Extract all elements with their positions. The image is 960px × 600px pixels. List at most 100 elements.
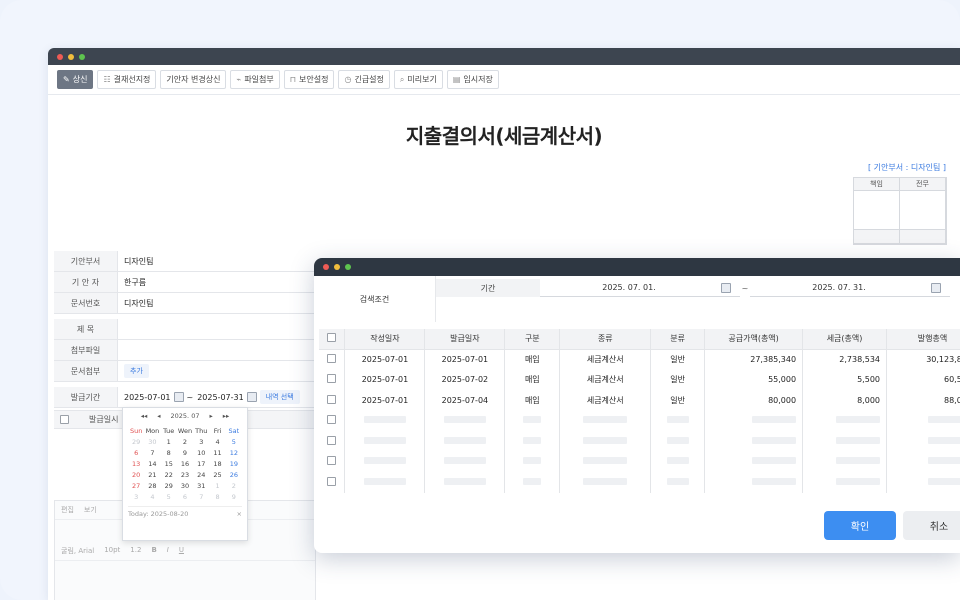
calendar-day[interactable]: 17 [193, 460, 209, 468]
close-icon[interactable]: × [237, 510, 242, 518]
col-total-amount[interactable]: 발행총액 [886, 329, 960, 350]
period-from[interactable]: 2025-07-01 [124, 393, 171, 402]
calendar-day[interactable]: 9 [226, 493, 242, 501]
close-dot[interactable] [57, 53, 63, 60]
sign-cell-2[interactable] [900, 191, 946, 230]
row-checkbox[interactable] [327, 476, 337, 486]
calendar-day[interactable]: 2 [177, 438, 193, 446]
calendar-day[interactable]: 28 [144, 482, 160, 490]
font-select[interactable]: 굴림, Arial [61, 546, 94, 556]
calendar-day[interactable]: 31 [193, 482, 209, 490]
calendar-day[interactable]: 12 [226, 449, 242, 457]
select-all-checkbox[interactable] [60, 415, 69, 424]
calendar-day[interactable]: 9 [177, 449, 193, 457]
col-category[interactable]: 구분 [504, 329, 561, 350]
table-row[interactable] [319, 410, 960, 431]
col-written-date[interactable]: 작성일자 [344, 329, 426, 350]
calendar-day[interactable]: 29 [161, 482, 177, 490]
table-row[interactable]: 2025-07-01 2025-07-04 매입 세금계산서 일반 80,000 8,000… [319, 390, 960, 411]
font-size-select[interactable]: 10pt [104, 546, 120, 556]
preview-button[interactable]: ⌕ 미리보기 [393, 70, 443, 89]
table-row[interactable] [319, 451, 960, 472]
calendar-day[interactable]: 7 [144, 449, 160, 457]
tab-edit[interactable]: 편집 [61, 505, 74, 515]
approval-line-button[interactable]: ☷ 결재선지정 [97, 70, 157, 89]
attach-file-button[interactable]: ⌁ 파일첨부 [230, 70, 280, 89]
attachment-field[interactable] [118, 340, 324, 360]
maximize-dot[interactable] [345, 264, 351, 270]
sign-cell-1[interactable] [854, 191, 900, 230]
table-row[interactable]: 2025-07-01 2025-07-01 매입 세금계산서 일반 27,385,340 2… [319, 349, 960, 370]
col-tax-amount[interactable]: 세금(총액) [802, 329, 887, 350]
minimize-dot[interactable] [68, 53, 74, 60]
calendar-day[interactable]: 15 [161, 460, 177, 468]
row-checkbox[interactable] [327, 354, 337, 363]
calendar-icon[interactable] [721, 282, 731, 293]
table-row[interactable] [319, 472, 960, 493]
calendar-day[interactable]: 5 [226, 438, 242, 446]
prev-month-button[interactable]: ◂ [157, 412, 160, 420]
calendar-day[interactable]: 16 [177, 460, 193, 468]
date-from-input[interactable]: 2025. 07. 01. [540, 279, 740, 297]
bold-icon[interactable]: B [151, 546, 156, 556]
calendar-day[interactable]: 8 [209, 493, 225, 501]
confirm-button[interactable]: 확인 [824, 511, 896, 540]
calendar-day[interactable]: 20 [128, 471, 144, 479]
calendar-day[interactable]: 6 [177, 493, 193, 501]
calendar-day[interactable]: 3 [128, 493, 144, 501]
urgent-button[interactable]: ◷ 긴급설정 [338, 70, 390, 89]
row-checkbox[interactable] [327, 435, 337, 445]
today-label[interactable]: Today: 2025-08-20 [128, 510, 188, 518]
calendar-day[interactable]: 19 [226, 460, 242, 468]
row-checkbox[interactable] [327, 456, 337, 466]
calendar-day[interactable]: 8 [161, 449, 177, 457]
calendar-day[interactable]: 3 [193, 438, 209, 446]
calendar-day[interactable]: 14 [144, 460, 160, 468]
change-drafter-button[interactable]: 기안자 변경상신 [160, 70, 227, 89]
calendar-day[interactable]: 29 [128, 438, 144, 446]
calendar-day[interactable]: 4 [209, 438, 225, 446]
italic-icon[interactable]: I [167, 546, 169, 556]
calendar-day[interactable]: 6 [128, 449, 144, 457]
calendar-day[interactable]: 25 [209, 471, 225, 479]
col-supply-amount[interactable]: 공급가액(총액) [704, 329, 804, 350]
cancel-button[interactable]: 취소 [903, 511, 960, 540]
calendar-day[interactable]: 24 [193, 471, 209, 479]
calendar-day[interactable]: 23 [177, 471, 193, 479]
period-to[interactable]: 2025-07-31 [197, 393, 244, 402]
row-checkbox[interactable] [327, 394, 337, 404]
calendar-day[interactable]: 22 [161, 471, 177, 479]
subject-input[interactable] [118, 319, 324, 339]
calendar-day[interactable]: 21 [144, 471, 160, 479]
calendar-day[interactable]: 11 [209, 449, 225, 457]
calendar-day[interactable]: 7 [193, 493, 209, 501]
submit-button[interactable]: ✎ 상신 [57, 70, 94, 89]
calendar-day[interactable]: 13 [128, 460, 144, 468]
calendar-day[interactable]: 4 [144, 493, 160, 501]
calendar-day[interactable]: 1 [209, 482, 225, 490]
table-row[interactable]: 2025-07-01 2025-07-02 매입 세금계산서 일반 55,000 5,500… [319, 369, 960, 390]
table-row[interactable] [319, 431, 960, 452]
calendar-day[interactable]: 27 [128, 482, 144, 490]
date-to-input[interactable]: 2025. 07. 31. [750, 279, 950, 297]
tab-view[interactable]: 보기 [84, 505, 97, 515]
calendar-day[interactable]: 30 [177, 482, 193, 490]
row-checkbox[interactable] [327, 374, 337, 384]
row-checkbox[interactable] [327, 415, 337, 425]
calendar-day[interactable]: 10 [193, 449, 209, 457]
line-height-select[interactable]: 1.2 [130, 546, 141, 556]
col-class[interactable]: 분류 [650, 329, 706, 350]
history-select-button[interactable]: 내역 선택 [259, 390, 300, 404]
close-dot[interactable] [323, 264, 329, 270]
calendar-icon[interactable] [246, 392, 257, 402]
save-draft-button[interactable]: ▤ 임시저장 [446, 70, 499, 89]
calendar-day[interactable]: 18 [209, 460, 225, 468]
calendar-day[interactable]: 26 [226, 471, 242, 479]
select-all-checkbox[interactable] [327, 333, 337, 343]
calendar-icon[interactable] [931, 282, 941, 293]
maximize-dot[interactable] [79, 53, 85, 60]
next-month-button[interactable]: ▸ [209, 412, 212, 420]
calendar-day[interactable]: 2 [226, 482, 242, 490]
underline-icon[interactable]: U [179, 546, 184, 556]
col-issue-date[interactable]: 발급일자 [424, 329, 506, 350]
